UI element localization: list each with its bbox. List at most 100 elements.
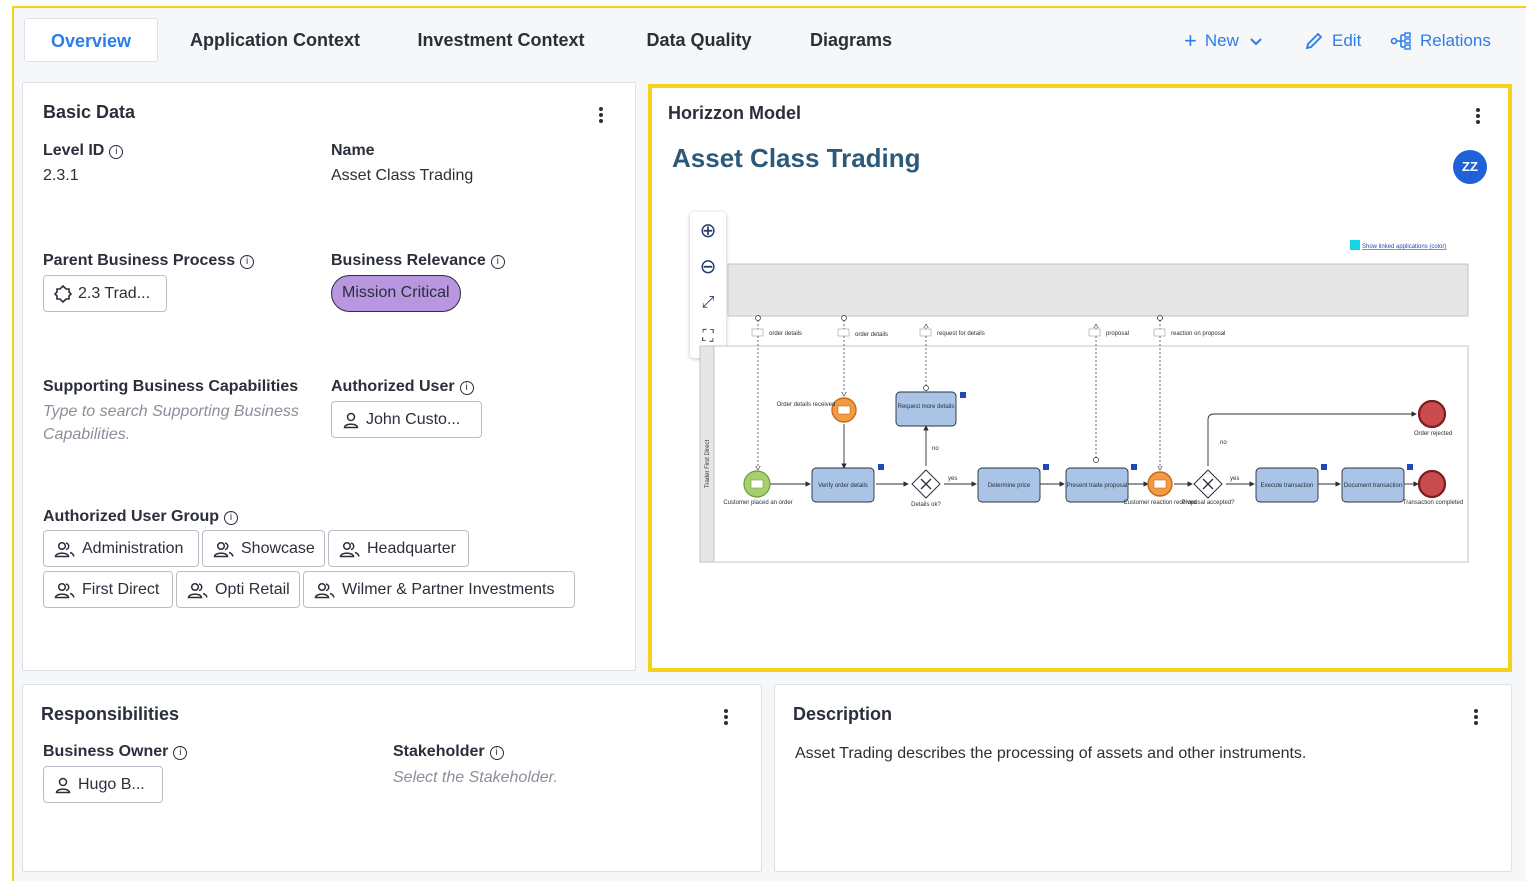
edit-label: Edit: [1332, 31, 1362, 50]
authorized-user-chip[interactable]: John Custo...: [331, 401, 482, 438]
tab-diagrams[interactable]: Diagrams: [798, 18, 904, 62]
business-relevance-badge[interactable]: Mission Critical: [331, 275, 461, 312]
group-name: Administration: [82, 539, 184, 557]
message-label: order details: [855, 332, 888, 338]
info-icon: i: [459, 381, 474, 395]
level-id-value: 2.3.1: [43, 167, 79, 184]
relations-label: Relations: [1420, 31, 1491, 50]
show-linked-applications-link[interactable]: Show linked applications (color): [1362, 244, 1446, 250]
group-chip[interactable]: Showcase: [202, 530, 325, 567]
user-group-icon: [54, 541, 75, 557]
description-panel: Description Asset Trading describes the …: [774, 684, 1512, 872]
task-label: Execute transaction: [1261, 483, 1314, 489]
event-label: Customer placed an order: [723, 500, 792, 506]
user-icon: [343, 412, 359, 428]
description-menu-icon[interactable]: [1466, 707, 1486, 729]
level-id-label: Level ID i: [43, 142, 124, 160]
event-label: Order details received: [777, 402, 836, 408]
user-group-icon: [213, 541, 234, 557]
group-name: Headquarter: [367, 539, 456, 557]
process-pool: [699, 345, 1469, 563]
gateway-label: Details ok?: [911, 502, 941, 508]
end-event[interactable]: [1417, 399, 1447, 429]
diagram-heading: Asset Class Trading: [672, 143, 921, 173]
message-label: order details: [769, 331, 802, 337]
task-label: Request more details: [898, 404, 955, 410]
business-owner-chip[interactable]: Hugo B...: [43, 766, 163, 803]
link-color-swatch: [1350, 240, 1360, 250]
basic-data-title: Basic Data: [43, 102, 136, 122]
basic-data-menu-icon[interactable]: [591, 105, 611, 127]
tab-investment-context[interactable]: Investment Context: [408, 18, 594, 62]
task-label: Determine price: [988, 483, 1031, 489]
description-text: Asset Trading describes the processing o…: [795, 745, 1307, 762]
description-title: Description: [793, 704, 893, 724]
basic-data-panel: Basic Data Level ID i 2.3.1 Name Asset Cl…: [22, 82, 636, 671]
new-label: New: [1204, 31, 1239, 50]
stakeholder-input[interactable]: Select the Stakeholder.: [393, 766, 558, 789]
group-name: Wilmer & Partner Investments: [342, 580, 555, 598]
info-icon: i: [173, 746, 188, 760]
new-button[interactable]: + New: [1184, 26, 1263, 56]
task-label: Verify order details: [818, 483, 868, 489]
authorized-user-label: Authorized User i: [331, 378, 474, 396]
tab-application-context[interactable]: Application Context: [180, 18, 370, 62]
capabilities-label: Supporting Business Capabilities: [43, 378, 299, 395]
responsibilities-menu-icon[interactable]: [716, 707, 736, 729]
group-chip[interactable]: Opti Retail: [176, 571, 300, 608]
group-chip[interactable]: First Direct: [43, 571, 173, 608]
task-label: Present trade proposal: [1067, 483, 1128, 489]
info-icon: i: [240, 255, 255, 269]
message-label: reaction on proposal: [1171, 331, 1225, 337]
group-chip[interactable]: Administration: [43, 530, 199, 567]
event-label: Transaction completed: [1403, 500, 1463, 506]
pencil-icon: [1305, 32, 1323, 50]
info-icon: i: [109, 145, 124, 159]
responsibilities-title: Responsibilities: [41, 704, 180, 724]
horizzon-menu-icon[interactable]: [1468, 106, 1488, 128]
user-group-icon: [187, 582, 208, 598]
capabilities-search-input[interactable]: Type to search Supporting Business Capab…: [43, 400, 313, 446]
end-event[interactable]: [1417, 469, 1447, 499]
gateway-label: Proposal accepted?: [1181, 500, 1235, 506]
flow-label: yes: [1230, 476, 1239, 482]
flow-label: no: [1220, 440, 1227, 446]
event-label: Order rejected: [1414, 431, 1452, 437]
info-icon: i: [224, 511, 239, 525]
message-label: request for details: [937, 331, 985, 337]
flow-label: no: [932, 446, 939, 452]
responsibilities-panel: Responsibilities Business Owner i Hugo B.…: [22, 684, 762, 872]
parent-process-value: 2.3 Trad...: [78, 284, 151, 302]
horizzon-model-title: Horizzon Model: [668, 103, 801, 123]
user-group-icon: [314, 582, 335, 598]
process-icon: [54, 284, 72, 303]
tab-data-quality[interactable]: Data Quality: [634, 18, 764, 62]
avatar[interactable]: ZZ: [1453, 150, 1487, 184]
edit-button[interactable]: Edit: [1304, 26, 1361, 56]
name-value: Asset Class Trading: [331, 167, 474, 184]
group-name: Opti Retail: [215, 580, 290, 598]
group-chip[interactable]: Headquarter: [328, 530, 469, 567]
authorized-group-label: Authorized User Group i: [43, 508, 239, 526]
horizzon-model-panel: Horizzon Model Asset Class Trading ZZ ⊕ …: [648, 84, 1512, 672]
authorized-user-value: John Custo...: [366, 410, 461, 428]
message-label: proposal: [1106, 331, 1129, 337]
chevron-down-icon: [1250, 38, 1262, 46]
lane-label: Trader First Direct: [705, 440, 711, 488]
tab-bar: Overview Application Context Investment …: [14, 8, 1526, 74]
relations-button[interactable]: Relations: [1390, 26, 1491, 56]
parent-process-chip[interactable]: 2.3 Trad...: [43, 275, 167, 312]
external-pool: [727, 263, 1469, 317]
info-icon: i: [490, 255, 505, 269]
user-group-icon: [54, 582, 75, 598]
user-group-icon: [339, 541, 360, 557]
bpmn-diagram[interactable]: Show linked applications (color) Trader …: [696, 228, 1476, 568]
task-label: Document transaction: [1344, 483, 1402, 489]
name-label: Name: [331, 142, 375, 159]
flow-label: yes: [948, 476, 957, 482]
group-chip[interactable]: Wilmer & Partner Investments: [303, 571, 575, 608]
plus-icon: +: [1184, 28, 1197, 53]
parent-process-label: Parent Business Process i: [43, 252, 255, 270]
group-name: Showcase: [241, 539, 315, 557]
tab-overview[interactable]: Overview: [24, 18, 158, 62]
